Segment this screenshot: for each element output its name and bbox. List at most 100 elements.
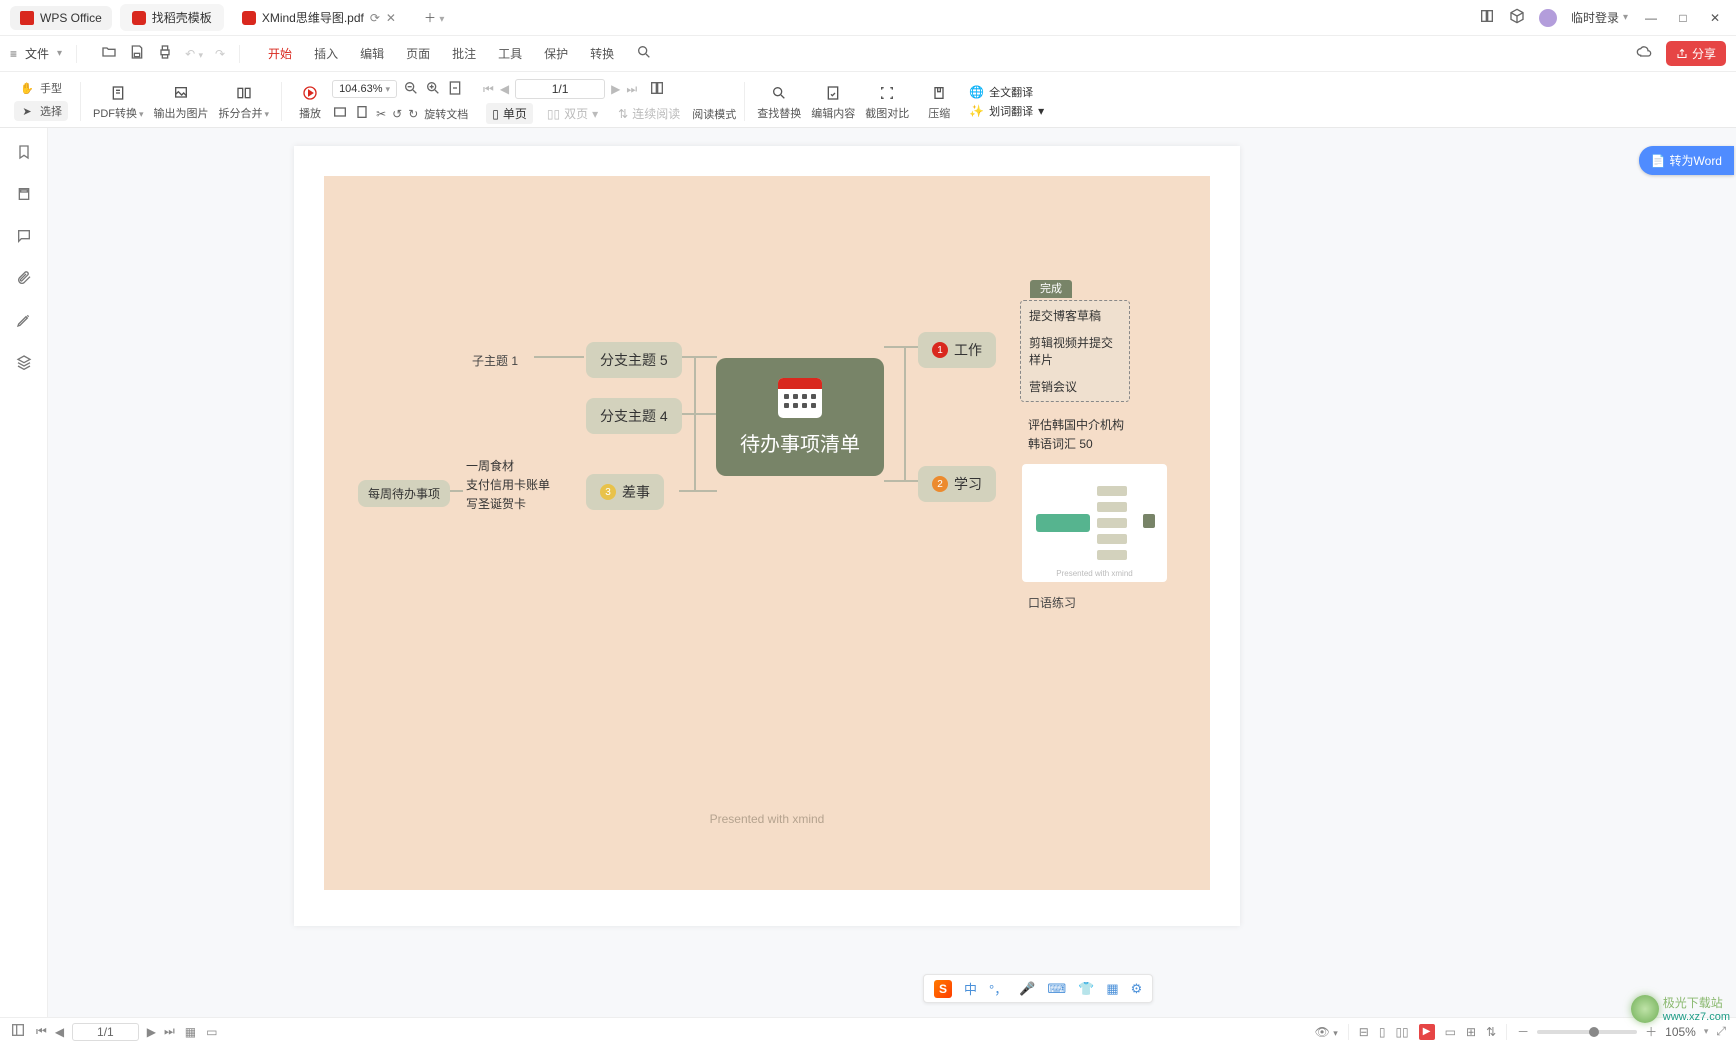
save-icon[interactable] [129, 44, 145, 63]
undo-icon[interactable]: ↶ ▾ [185, 47, 203, 61]
hand-mode-button[interactable]: ✋手型 [14, 78, 68, 98]
page-indicator[interactable]: 1/1 [72, 1023, 139, 1041]
ime-toolbox-icon[interactable]: ▦ [1106, 981, 1118, 997]
rotate-left-icon[interactable]: ↺ [392, 107, 402, 121]
ime-keyboard-icon[interactable]: ⌨ [1047, 981, 1066, 997]
ime-lang[interactable]: 中 [964, 979, 977, 998]
first-page-icon[interactable]: ⏮ [36, 1024, 47, 1039]
rotate-right-icon[interactable]: ↻ [408, 107, 418, 121]
fullscreen-icon[interactable]: ⤢ [1716, 1024, 1726, 1039]
ime-skin-icon[interactable]: 👕 [1078, 981, 1094, 997]
ime-toolbar[interactable]: S 中 °， 🎤 ⌨ 👕 ▦ ⚙ [923, 974, 1153, 1003]
zoom-in-status-icon[interactable]: ＋ [1645, 1023, 1657, 1040]
login-button[interactable]: 临时登录 ▾ [1571, 9, 1628, 26]
zoom-out-status-icon[interactable]: － [1517, 1023, 1529, 1040]
avatar[interactable] [1539, 9, 1557, 27]
select-mode-button[interactable]: ➤选择 [14, 101, 68, 121]
next-page-icon[interactable]: ▶ [611, 82, 620, 96]
edit-content-button[interactable]: 编辑内容 [807, 76, 859, 127]
single-view-icon[interactable]: ▯ [1379, 1025, 1386, 1039]
find-replace-button[interactable]: 查找替换 [753, 76, 805, 127]
split-merge-button[interactable]: 拆分合并▾ [215, 76, 274, 127]
panel-toggle-icon[interactable] [10, 1022, 26, 1041]
export-image-button[interactable]: 输出为图片 [150, 76, 213, 127]
layers-panel-icon[interactable] [14, 352, 34, 372]
zoom-slider[interactable] [1537, 1030, 1637, 1034]
fit-width-icon[interactable] [332, 104, 348, 123]
slide-view-icon[interactable]: ▶ [1419, 1024, 1435, 1040]
redo-icon[interactable]: ↷ [215, 47, 225, 61]
continuous-button[interactable]: ⇅连续阅读 [612, 103, 686, 124]
first-page-icon[interactable]: ⏮ [483, 82, 494, 97]
close-icon[interactable]: ✕ [386, 11, 396, 25]
book-icon[interactable]: ▭ [1445, 1025, 1456, 1039]
prev-page-icon[interactable]: ◀ [500, 82, 509, 96]
bookmark-panel-icon[interactable] [14, 142, 34, 162]
tab-page[interactable]: 页面 [406, 45, 430, 62]
tab-template[interactable]: 找稻壳模板 [120, 4, 224, 31]
thumbnail-bar-icon[interactable]: ▦ [185, 1025, 196, 1039]
scroll-icon[interactable]: ⇅ [1486, 1025, 1496, 1039]
outline-view-icon[interactable]: ⊟ [1359, 1025, 1369, 1039]
prev-page-icon[interactable]: ◀ [55, 1025, 64, 1039]
tab-current-doc[interactable]: XMind思维导图.pdf ⟳ ✕ [230, 4, 408, 31]
tab-protect[interactable]: 保护 [544, 45, 568, 62]
tab-annotate[interactable]: 批注 [452, 45, 476, 62]
file-menu[interactable]: ≡ 文件 ▾ [10, 45, 62, 62]
visibility-icon[interactable]: 👁 ▾ [1315, 1025, 1338, 1039]
single-page-button[interactable]: ▯单页 [486, 103, 533, 124]
reader-mode-icon[interactable] [1479, 8, 1495, 27]
open-folder-icon[interactable] [101, 44, 117, 63]
fulltext-translate-button[interactable]: 🌐全文翻译 [969, 84, 1044, 100]
attachment-panel-icon[interactable] [14, 268, 34, 288]
crop-tool-icon[interactable]: ✂ [376, 107, 386, 121]
pdf-convert-button[interactable]: PDF转换▾ [89, 76, 148, 127]
signature-panel-icon[interactable] [14, 310, 34, 330]
add-tab-button[interactable]: ＋ ▾ [414, 4, 454, 31]
cloud-icon[interactable] [1636, 44, 1652, 63]
last-page-icon[interactable]: ⏭ [164, 1024, 175, 1039]
list-item: 剪辑视频并提交样片 [1029, 334, 1121, 368]
ime-settings-icon[interactable]: ⚙ [1131, 981, 1143, 997]
ocr-translate-button[interactable]: ✨划词翻译▾ [969, 103, 1044, 119]
fit-page-status-icon[interactable]: ▭ [206, 1025, 217, 1039]
tab-start[interactable]: 开始 [268, 45, 292, 62]
tab-tools[interactable]: 工具 [498, 45, 522, 62]
convert-to-word-button[interactable]: 📄 转为Word [1639, 146, 1734, 175]
zoom-in-icon[interactable] [425, 80, 441, 99]
double-page-button[interactable]: ▯▯双页▾ [541, 103, 604, 124]
actual-size-icon[interactable] [354, 104, 370, 123]
tab-insert[interactable]: 插入 [314, 45, 338, 62]
ime-punct-icon[interactable]: °， [989, 979, 1007, 998]
screenshot-compare-button[interactable]: 截图对比 [861, 76, 913, 127]
calendar-icon [778, 378, 822, 418]
fit-page-icon[interactable] [447, 80, 463, 99]
page-input[interactable]: 1/1 [515, 79, 605, 99]
zoom-out-icon[interactable] [403, 80, 419, 99]
maximize-button[interactable]: □ [1674, 11, 1692, 25]
play-button[interactable]: 播放 [290, 76, 330, 127]
search-icon[interactable] [636, 44, 652, 63]
app-logo[interactable]: WPS Office [10, 6, 112, 30]
node-branch5: 分支主题 5 [586, 342, 682, 378]
tab-convert[interactable]: 转换 [590, 45, 614, 62]
tab-edit[interactable]: 编辑 [360, 45, 384, 62]
next-page-icon[interactable]: ▶ [147, 1025, 156, 1039]
ime-voice-icon[interactable]: 🎤 [1019, 981, 1035, 997]
share-button[interactable]: 分享 [1666, 41, 1726, 66]
thumbnail-panel-icon[interactable] [14, 184, 34, 204]
document-canvas[interactable]: 📄 转为Word [48, 128, 1736, 1017]
close-window-button[interactable]: ✕ [1706, 11, 1724, 25]
last-page-icon[interactable]: ⏭ [626, 82, 637, 97]
refresh-icon[interactable]: ⟳ [370, 11, 380, 25]
minimize-button[interactable]: ― [1642, 11, 1660, 25]
compress-button[interactable]: 压缩 [915, 76, 963, 127]
print-icon[interactable] [157, 44, 173, 63]
reflow-icon[interactable]: ⊞ [1466, 1025, 1476, 1039]
chevron-down-icon[interactable]: ▾ [1704, 1026, 1709, 1037]
cube-icon[interactable] [1509, 8, 1525, 27]
book-view-icon[interactable] [649, 80, 665, 99]
zoom-value[interactable]: 104.63% ▾ [332, 80, 397, 98]
comment-panel-icon[interactable] [14, 226, 34, 246]
two-up-view-icon[interactable]: ▯▯ [1395, 1025, 1408, 1039]
